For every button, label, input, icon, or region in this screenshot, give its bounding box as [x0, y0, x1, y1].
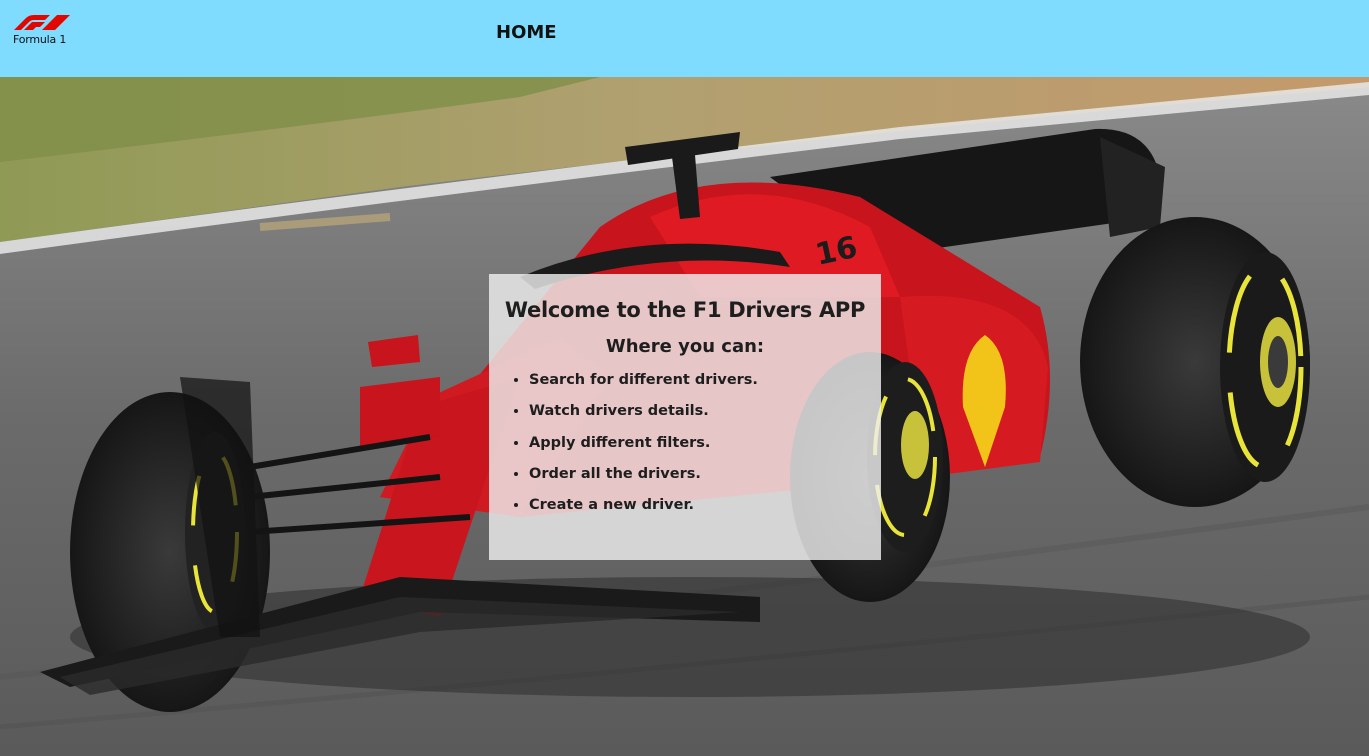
formula1-logo[interactable]: Formula 1	[12, 14, 72, 46]
list-item: Watch drivers details.	[529, 402, 881, 433]
logo-text: Formula 1	[13, 33, 67, 46]
list-item: Order all the drivers.	[529, 465, 881, 496]
list-item: Create a new driver.	[529, 496, 881, 527]
hero-background: 16 Welcome to the F1 Drivers APP Where y…	[0, 77, 1369, 756]
list-item: Search for different drivers.	[529, 371, 881, 402]
welcome-title: Welcome to the F1 Drivers APP	[504, 298, 866, 322]
feature-list: Search for different drivers. Watch driv…	[489, 371, 881, 527]
welcome-card: Welcome to the F1 Drivers APP Where you …	[489, 274, 881, 560]
list-item: Apply different filters.	[529, 434, 881, 465]
welcome-subtitle: Where you can:	[605, 336, 765, 357]
top-navbar: Formula 1 HOME	[0, 0, 1369, 77]
nav-home-link[interactable]: HOME	[496, 22, 557, 43]
f1-logo-icon	[14, 15, 70, 30]
